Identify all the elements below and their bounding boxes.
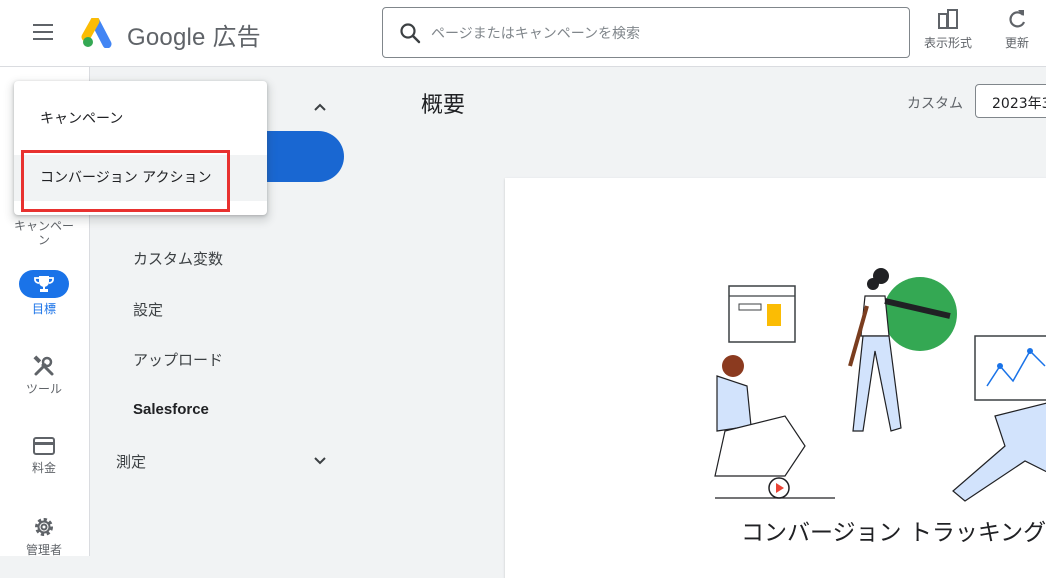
search-box[interactable]	[382, 7, 910, 58]
date-range-picker[interactable]: 2023年3	[975, 84, 1046, 118]
annotation-highlight-box	[21, 150, 230, 212]
trophy-icon	[34, 276, 54, 292]
card-title: コンバージョン トラッキング	[741, 520, 1046, 546]
subnav-item-settings[interactable]: 設定	[133, 299, 163, 320]
refresh-label: 更新	[1004, 36, 1029, 50]
top-app-bar: Google 広告 表示形式 更新	[0, 0, 1046, 67]
subnav-item-salesforce[interactable]: Salesforce	[133, 401, 209, 418]
rail-item-tools[interactable]: ツール	[0, 354, 88, 396]
rail-goals-label: 目標	[31, 302, 56, 316]
rail-admin-label: 管理者	[25, 543, 62, 557]
page-title: 概要	[421, 93, 466, 118]
menu-item-campaign[interactable]: キャンペーン	[14, 96, 267, 142]
brand-name: Google 広告	[127, 24, 261, 51]
rail-item-campaigns[interactable]: キャンペー ン	[0, 215, 88, 247]
rail-item-goals[interactable]: 目標	[0, 270, 88, 316]
google-ads-logo-icon	[81, 18, 112, 48]
gear-icon	[35, 518, 53, 536]
rail-goals-active-pill	[19, 270, 69, 298]
subnav-item-custom-variables[interactable]: カスタム変数	[133, 248, 223, 269]
view-mode-button[interactable]: 表示形式	[918, 8, 978, 51]
rail-billing-label: 料金	[31, 461, 56, 475]
rail-tools-label: ツール	[25, 382, 62, 396]
rail-campaigns-label: キャンペー ン	[13, 219, 74, 247]
credit-card-icon	[33, 437, 55, 455]
subnav-item-uploads[interactable]: アップロード	[133, 349, 223, 370]
tools-icon	[33, 355, 54, 376]
search-input[interactable]	[429, 20, 893, 48]
chevron-up-icon[interactable]	[313, 102, 327, 112]
refresh-icon	[1009, 10, 1026, 28]
subnav-selected-indicator	[262, 131, 344, 182]
refresh-button[interactable]: 更新	[987, 8, 1046, 51]
chevron-down-icon[interactable]	[313, 456, 327, 466]
subnav-measurement-header[interactable]: 測定	[116, 451, 146, 472]
view-mode-label: 表示形式	[923, 36, 972, 50]
search-icon	[400, 23, 421, 44]
rail-item-billing[interactable]: 料金	[0, 435, 88, 475]
date-range-mode-label: カスタム	[907, 96, 963, 112]
conversion-tracking-card: コンバージョン トラッキング	[505, 178, 1046, 578]
rail-item-admin[interactable]: 管理者	[0, 515, 88, 557]
conversion-illustration	[714, 268, 1046, 502]
view-mode-icon	[938, 9, 958, 29]
menu-icon[interactable]	[33, 24, 53, 40]
